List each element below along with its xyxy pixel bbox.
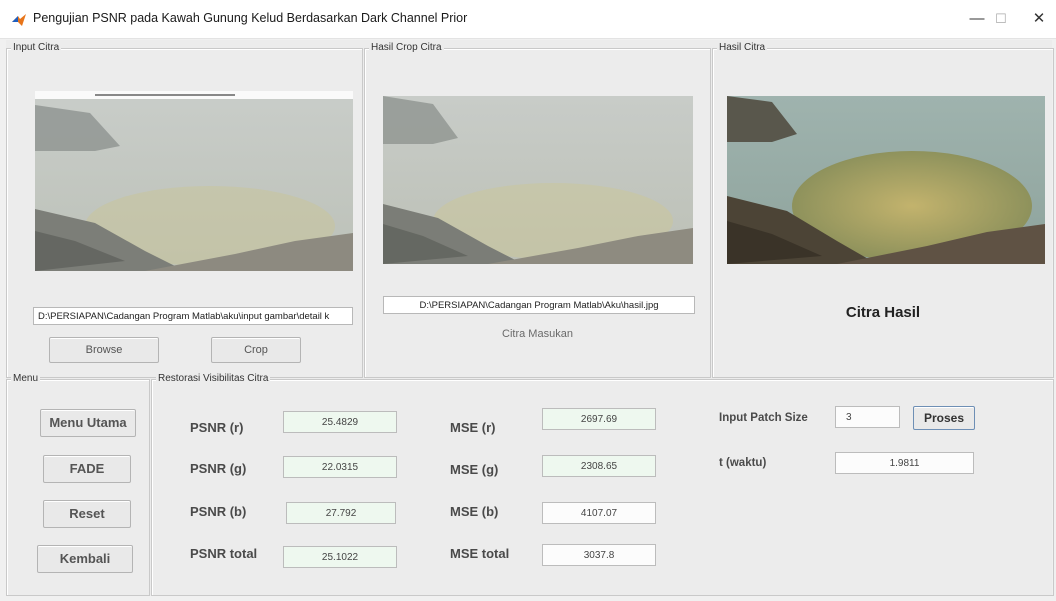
browse-button[interactable]: Browse — [49, 337, 159, 363]
psnr-b-label: PSNR (b) — [190, 504, 247, 519]
title-bar: Pengujian PSNR pada Kawah Gunung Kelud B… — [0, 0, 1056, 39]
mse-g-label: MSE (g) — [450, 462, 499, 477]
kembali-button[interactable]: Kembali — [37, 545, 133, 573]
input-patch-size-label: Input Patch Size — [719, 412, 808, 424]
restorasi-panel: Restorasi Visibilitas Citra PSNR (r) 25.… — [151, 373, 1054, 596]
menu-panel: Menu Menu Utama FADE Reset Kembali — [6, 373, 150, 596]
patch-size-input[interactable]: 3 — [835, 406, 900, 428]
mse-r-value[interactable]: 2697.69 — [542, 408, 656, 430]
crop-path-field[interactable]: D:\PERSIAPAN\Cadangan Program Matlab\Aku… — [383, 296, 695, 314]
reset-button[interactable]: Reset — [43, 500, 131, 528]
result-image — [727, 96, 1045, 264]
mse-total-value[interactable]: 3037.8 — [542, 544, 656, 566]
matlab-app-icon — [12, 14, 26, 26]
figure-content: Input Citra D:\PERSIAPAN\Cadangan Progra… — [6, 40, 1054, 596]
mse-b-label: MSE (b) — [450, 504, 499, 519]
proses-button[interactable]: Proses — [913, 406, 975, 430]
crop-image — [383, 96, 693, 264]
hasil-crop-panel: Hasil Crop Citra D:\PERSIAPAN\Cadangan P… — [364, 42, 711, 378]
crop-button[interactable]: Crop — [211, 337, 301, 363]
waktu-label: t (waktu) — [719, 457, 767, 469]
hasil-crop-title: Hasil Crop Citra — [369, 42, 444, 54]
maximize-button[interactable]: ☐ — [986, 8, 1016, 30]
psnr-r-label: PSNR (r) — [190, 420, 244, 435]
citra-hasil-label: Citra Hasil — [845, 304, 921, 321]
input-citra-panel: Input Citra D:\PERSIAPAN\Cadangan Progra… — [6, 42, 363, 378]
menu-title: Menu — [11, 373, 41, 385]
input-path-field[interactable]: D:\PERSIAPAN\Cadangan Program Matlab\aku… — [33, 307, 353, 325]
citra-masukan-label: Citra Masukan — [502, 328, 573, 340]
psnr-b-value[interactable]: 27.792 — [286, 502, 396, 524]
psnr-r-value[interactable]: 25.4829 — [283, 411, 397, 433]
psnr-g-value[interactable]: 22.0315 — [283, 456, 397, 478]
restorasi-title: Restorasi Visibilitas Citra — [156, 373, 271, 385]
window-title: Pengujian PSNR pada Kawah Gunung Kelud B… — [33, 11, 468, 25]
psnr-g-label: PSNR (g) — [190, 461, 247, 476]
waktu-value[interactable]: 1.9811 — [835, 452, 974, 474]
hasil-citra-title: Hasil Citra — [717, 42, 768, 54]
mse-g-value[interactable]: 2308.65 — [542, 455, 656, 477]
input-image — [35, 91, 353, 271]
mse-b-value[interactable]: 4107.07 — [542, 502, 656, 524]
mse-r-label: MSE (r) — [450, 420, 496, 435]
menu-utama-button[interactable]: Menu Utama — [40, 409, 136, 437]
fade-button[interactable]: FADE — [43, 455, 131, 483]
psnr-total-value[interactable]: 25.1022 — [283, 546, 397, 568]
hasil-citra-panel: Hasil Citra Citra Hasil — [712, 42, 1054, 378]
input-citra-title: Input Citra — [11, 42, 62, 54]
mse-total-label: MSE total — [450, 546, 510, 561]
psnr-total-label: PSNR total — [190, 546, 258, 561]
close-button[interactable]: ✕ — [1024, 8, 1054, 30]
